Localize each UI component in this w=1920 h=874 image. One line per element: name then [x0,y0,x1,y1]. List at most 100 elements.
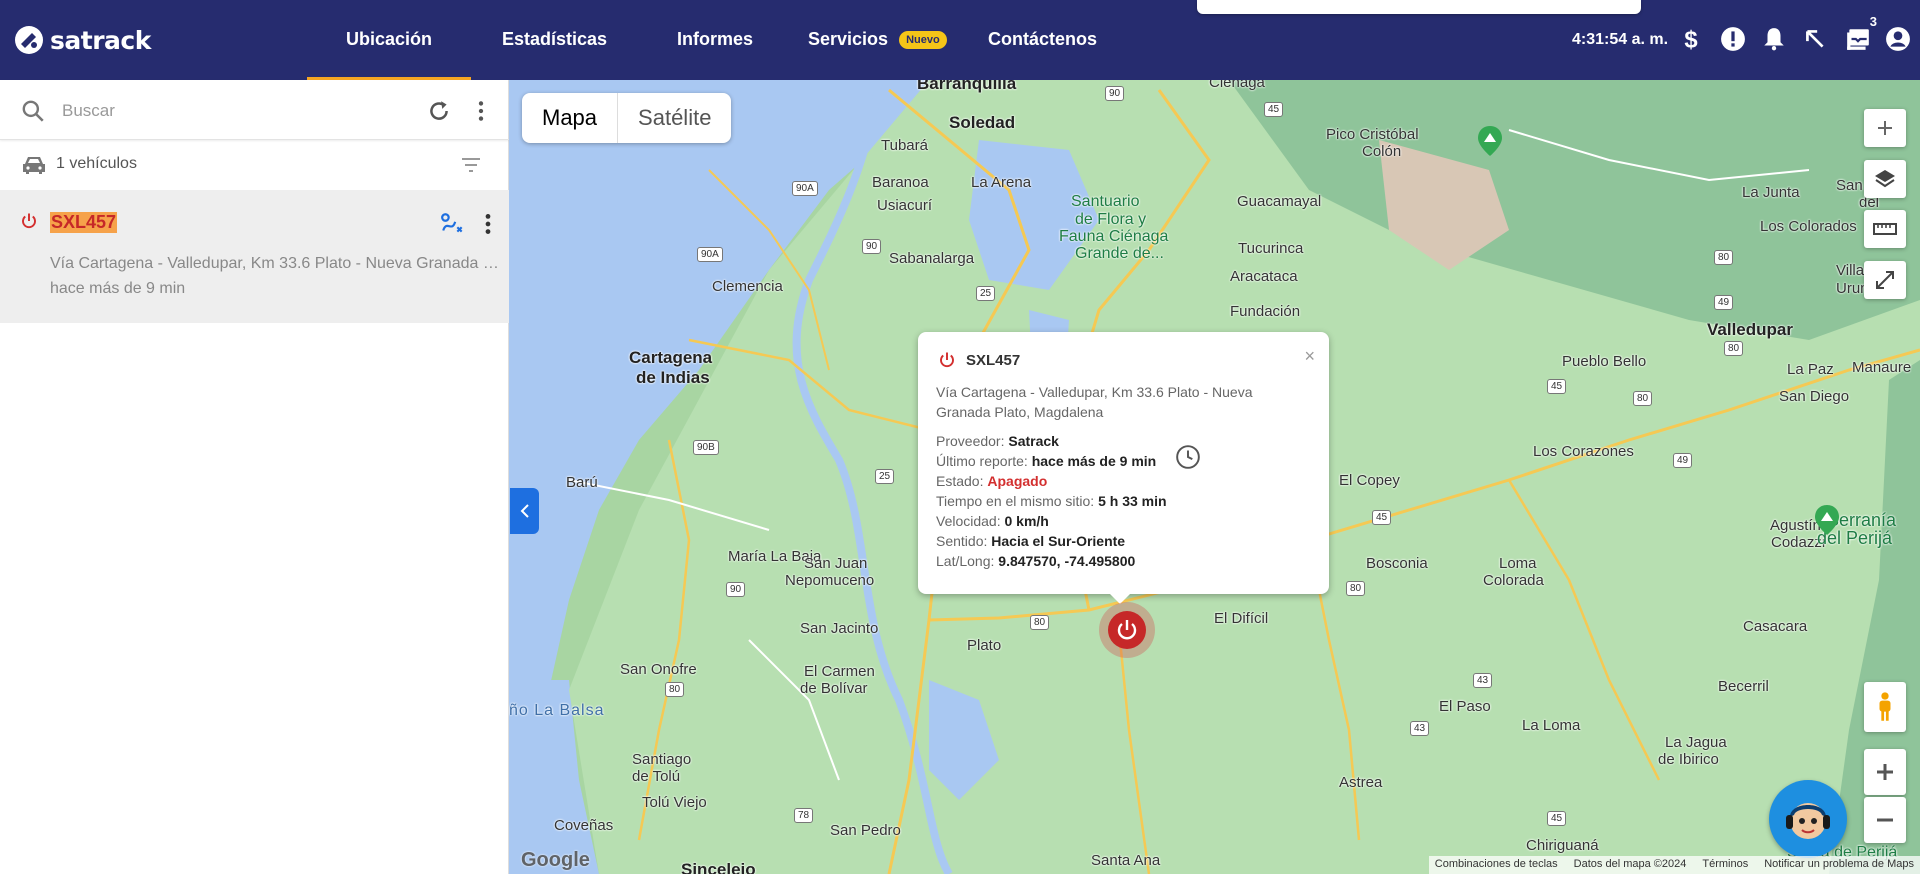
attribution-report[interactable]: Notificar un problema de Maps [1764,858,1914,872]
map-label-loma: Loma [1499,555,1537,572]
search-input[interactable] [62,96,402,126]
map-label-soledad: Soledad [949,113,1016,132]
attribution-terms[interactable]: Términos [1702,858,1748,872]
vehicle-more-icon[interactable] [474,210,502,238]
notification-count: 3 [1869,14,1877,29]
map-label-astrea: Astrea [1339,774,1383,791]
search-icon [22,100,44,122]
power-off-icon [22,213,36,229]
map-label-el-paso: El Paso [1439,698,1491,715]
road-shield: 25 [875,469,895,484]
map-view[interactable]: Barranquilla Soledad Tubará Baranoa La A… [509,80,1920,874]
fullscreen-button[interactable] [1864,261,1906,299]
map-label-santuario-2: de Flora y [1075,211,1147,228]
clock-icon[interactable] [1175,444,1201,470]
street-view-pegman[interactable] [1864,682,1906,732]
map-label-sincelejo: Sincelejo [681,860,756,874]
map-type-toggle: Mapa Satélite [522,93,732,143]
ruler-icon [1873,223,1897,235]
map-type-mapa[interactable]: Mapa [522,93,619,143]
road-shield: 80 [1724,341,1744,356]
map-label-sabanalarga: Sabanalarga [889,250,975,267]
popup-speed-row: Velocidad: 0 km/h [936,513,1049,529]
plus-icon [1877,764,1893,780]
map-label-bosconia: Bosconia [1366,555,1428,572]
nav-ubicacion-label: Ubicación [345,29,433,49]
ruler-button[interactable] [1864,210,1906,248]
dollar-icon[interactable]: $ [1676,24,1706,54]
vehicle-list-item[interactable]: SXL457 Vía Cartagena - Valledupar, Km 33… [0,190,509,323]
map-label-baranoa: Baranoa [872,174,929,191]
vehicle-last-update: hace más de 9 min [50,280,186,297]
satrack-logo[interactable]: satrack [14,22,151,58]
map-label-casacara: Casacara [1743,618,1808,635]
close-icon[interactable]: × [1304,346,1315,367]
map-label-plato: Plato [967,637,1002,654]
map-label-el-copey: El Copey [1339,472,1400,489]
map-label-tolu-viejo: Tolú Viejo [642,794,707,811]
map-label-san-diego: San Diego [1779,388,1850,405]
layers-button[interactable] [1864,160,1906,198]
nav-servicios[interactable]: Servicios Nuevo [808,0,947,80]
vehicle-address: Vía Cartagena - Valledupar, Km 33.6 Plat… [50,255,502,272]
more-options-icon[interactable] [467,97,495,125]
map-label-santiago: Santiago [632,751,692,768]
road-shield: 45 [1547,379,1567,394]
map-label-la-paz: La Paz [1787,361,1834,378]
map-label-san-onofre: San Onofre [620,661,697,678]
nav-informes[interactable]: Informes [677,0,753,80]
popup-address-line2: Granada Plato, Magdalena [936,404,1104,420]
park-pin-icon[interactable] [1478,126,1502,156]
nav-estadisticas[interactable]: Estadísticas [502,0,607,80]
map-label-chiriguana: Chiriguaná [1526,837,1599,854]
layers-icon [1875,170,1895,188]
map-label-barranquilla: Barranquilla [917,80,1017,93]
map-label-la-arena: La Arena [971,174,1032,191]
map-label-fundacion: Fundación [1230,303,1301,320]
refresh-icon[interactable] [425,97,453,125]
map-label-usiacuri: Usiacurí [877,197,933,214]
map-label-pico-colon: Colón [1362,143,1402,160]
nav-estadisticas-label: Estadísticas [502,29,608,49]
plus-icon [1878,121,1892,135]
assistant-avatar-icon [1786,803,1830,839]
new-badge: Nuevo [899,31,947,50]
bell-icon[interactable] [1759,24,1789,54]
map-label-manaure: Manaure [1852,359,1912,376]
map-label-aracataca: Aracataca [1230,268,1298,285]
map-label-becerril: Becerril [1718,678,1769,695]
alert-icon[interactable] [1718,24,1748,54]
map-label-cienaga: Ciénaga [1209,80,1265,91]
road-shield: 45 [1372,510,1392,525]
park-pin-icon[interactable] [1815,505,1839,535]
zoom-in-button[interactable] [1864,749,1906,795]
road-shield: 25 [976,286,996,301]
road-shield: 49 [1673,453,1693,468]
map-label-el-carmen: El Carmen [804,663,875,680]
route-icon[interactable] [439,210,467,238]
brand-name: satrack [50,25,151,55]
google-logo: Google [521,849,590,871]
arrow-northwest-icon[interactable] [1800,24,1830,54]
power-off-icon [1117,620,1137,640]
vehicle-marker[interactable] [1099,602,1155,658]
filter-icon[interactable] [457,151,485,179]
zoom-out-button[interactable] [1864,797,1906,843]
vehicle-plate: SXL457 [50,212,118,233]
map-type-satelite[interactable]: Satélite [618,93,731,143]
collapse-panel-button[interactable] [510,488,539,534]
map-label-la-junta: La Junta [1742,184,1800,201]
nav-ubicacion[interactable]: Ubicación [307,0,471,80]
chevron-left-icon [520,504,529,518]
account-icon[interactable] [1883,24,1913,54]
attribution-shortcuts[interactable]: Combinaciones de teclas [1435,858,1558,872]
nav-contactenos[interactable]: Contáctenos [988,0,1097,80]
chat-assistant-button[interactable] [1769,780,1847,858]
popup-state-row: Estado: Apagado [936,473,1047,489]
road-shield: 49 [1714,295,1734,310]
zoom-in-small-button[interactable] [1864,109,1906,147]
nav-contactenos-label: Contáctenos [988,29,1098,49]
map-label-los-corazones: Los Corazones [1533,443,1634,460]
map-label-santuario: Santuario [1071,193,1140,210]
inbox-icon[interactable]: 3 [1843,14,1877,54]
